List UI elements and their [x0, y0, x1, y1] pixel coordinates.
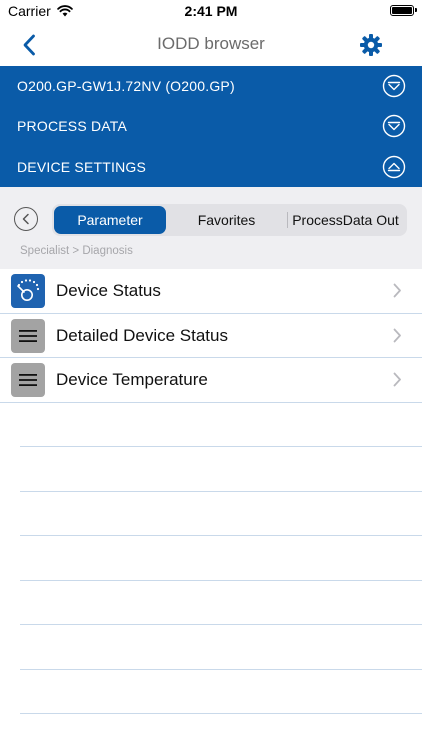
status-bar: Carrier 2:41 PM — [0, 0, 422, 24]
status-time: 2:41 PM — [184, 3, 238, 19]
segmented-tabs: Parameter Favorites ProcessData Out — [52, 204, 407, 236]
chevron-right-icon — [393, 283, 401, 298]
circle-back-button[interactable] — [14, 207, 38, 231]
expand-toggle-icon[interactable] — [382, 114, 406, 138]
settings-button[interactable] — [356, 30, 386, 60]
list-item-detailed-device-status[interactable]: Detailed Device Status — [0, 314, 422, 359]
accordion-label-device: O200.GP-GW1J.72NV (O200.GP) — [17, 78, 235, 95]
accordion-row-device-settings[interactable]: DEVICE SETTINGS — [0, 147, 422, 187]
expand-toggle-icon[interactable] — [382, 74, 406, 98]
empty-row-separator — [20, 490, 422, 492]
list-item-label: Device Temperature — [56, 370, 208, 389]
chevron-left-icon — [22, 213, 29, 225]
parameter-toolbar: Parameter Favorites ProcessData Out Spec… — [0, 187, 422, 269]
tab-processdata-out[interactable]: ProcessData Out — [288, 206, 403, 234]
empty-row-separator — [20, 713, 422, 714]
list-item-device-temperature[interactable]: Device Temperature — [0, 358, 422, 403]
chevron-right-icon — [393, 328, 401, 342]
collapse-toggle-icon[interactable] — [382, 155, 406, 179]
empty-row-separator — [20, 579, 422, 581]
breadcrumb: Specialist > Diagnosis — [20, 245, 133, 257]
accordion-row-process-data[interactable]: PROCESS DATA — [0, 106, 422, 146]
device-accordion: O200.GP-GW1J.72NV (O200.GP) PROCESS DATA… — [0, 66, 422, 187]
navigation-bar: IODD browser — [0, 24, 422, 66]
list-item-device-status[interactable]: Device Status — [0, 269, 422, 314]
list-item-label: Device Status — [56, 281, 161, 300]
empty-row-separator — [20, 446, 422, 447]
menu-icon — [11, 318, 45, 353]
parameter-list: Device Status Detailed Device Status Dev… — [0, 269, 422, 403]
accordion-label-device-settings: DEVICE SETTINGS — [17, 158, 147, 175]
accordion-label-process-data: PROCESS DATA — [17, 118, 128, 135]
empty-row-separator — [20, 535, 422, 536]
gauge-icon — [11, 274, 45, 308]
battery-icon — [390, 5, 417, 16]
menu-icon — [11, 363, 45, 397]
empty-row-separator — [20, 624, 422, 625]
tab-parameter[interactable]: Parameter — [54, 206, 166, 234]
empty-row-separator — [20, 668, 422, 670]
iodd-browser-screen: Carrier 2:41 PM IODD browser O200.GP-GW1… — [0, 0, 422, 750]
gear-icon — [360, 34, 382, 56]
list-item-label: Detailed Device Status — [56, 325, 228, 345]
chevron-right-icon — [393, 372, 401, 387]
tab-favorites[interactable]: Favorites — [166, 206, 287, 234]
accordion-row-device[interactable]: O200.GP-GW1J.72NV (O200.GP) — [0, 66, 422, 106]
